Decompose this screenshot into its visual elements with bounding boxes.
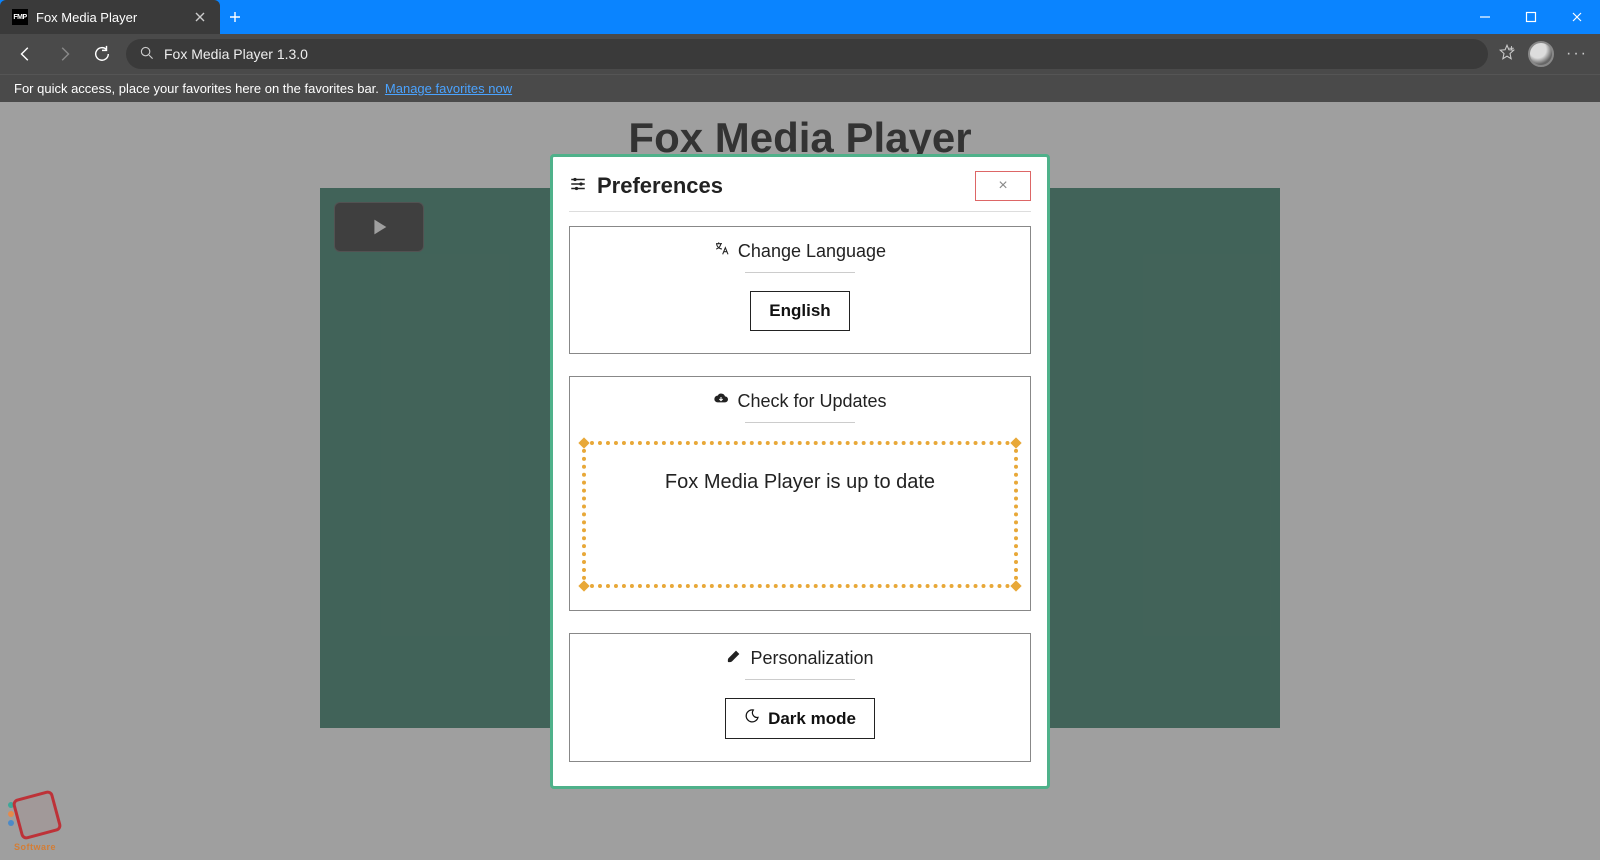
section-personalization: Personalization Dark mode [569,633,1031,762]
tab-title: Fox Media Player [36,10,184,25]
cloud-download-icon [713,391,729,412]
moon-icon [744,708,760,729]
section-personalization-title: Personalization [750,648,873,669]
favorites-hint: For quick access, place your favorites h… [14,81,379,96]
address-bar[interactable]: Fox Media Player 1.3.0 [126,39,1488,69]
browser-titlebar: FMP Fox Media Player [0,0,1600,34]
new-tab-button[interactable] [220,0,250,34]
nav-forward-button[interactable] [50,40,78,68]
update-status-text: Fox Media Player is up to date [665,471,935,493]
translate-icon [714,241,730,262]
sliders-icon [569,173,587,199]
dark-mode-label: Dark mode [768,709,856,729]
brush-icon [726,648,742,669]
profile-avatar[interactable] [1528,41,1554,67]
nav-refresh-button[interactable] [88,40,116,68]
browser-tab[interactable]: FMP Fox Media Player [0,0,220,34]
vendor-watermark-text: Software [14,842,56,852]
search-icon [140,46,154,63]
address-text: Fox Media Player 1.3.0 [164,46,308,62]
modal-title: Preferences [597,173,723,199]
section-language: Change Language English [569,226,1031,354]
window-maximize-button[interactable] [1508,0,1554,34]
tab-close-button[interactable] [192,9,208,25]
section-language-title: Change Language [738,241,886,262]
section-updates-title: Check for Updates [737,391,886,412]
favorites-bar: For quick access, place your favorites h… [0,74,1600,102]
nav-back-button[interactable] [12,40,40,68]
window-controls [1462,0,1600,34]
modal-close-button[interactable]: × [975,171,1031,201]
more-menu-button[interactable]: ··· [1566,45,1588,63]
favorites-button[interactable] [1498,43,1516,66]
dark-mode-button[interactable]: Dark mode [725,698,875,739]
browser-toolbar: Fox Media Player 1.3.0 ··· [0,34,1600,74]
page-viewport: Fox Media Player F Preferences × [0,102,1600,860]
preferences-modal: Preferences × Change Language English [550,154,1050,789]
tab-favicon: FMP [12,9,28,25]
update-status-box: Fox Media Player is up to date [582,441,1018,588]
vendor-watermark: Software [8,790,70,852]
language-select-button[interactable]: English [750,291,849,331]
section-updates: Check for Updates Fox Media Player is up… [569,376,1031,611]
window-close-button[interactable] [1554,0,1600,34]
manage-favorites-link[interactable]: Manage favorites now [385,81,512,96]
window-minimize-button[interactable] [1462,0,1508,34]
